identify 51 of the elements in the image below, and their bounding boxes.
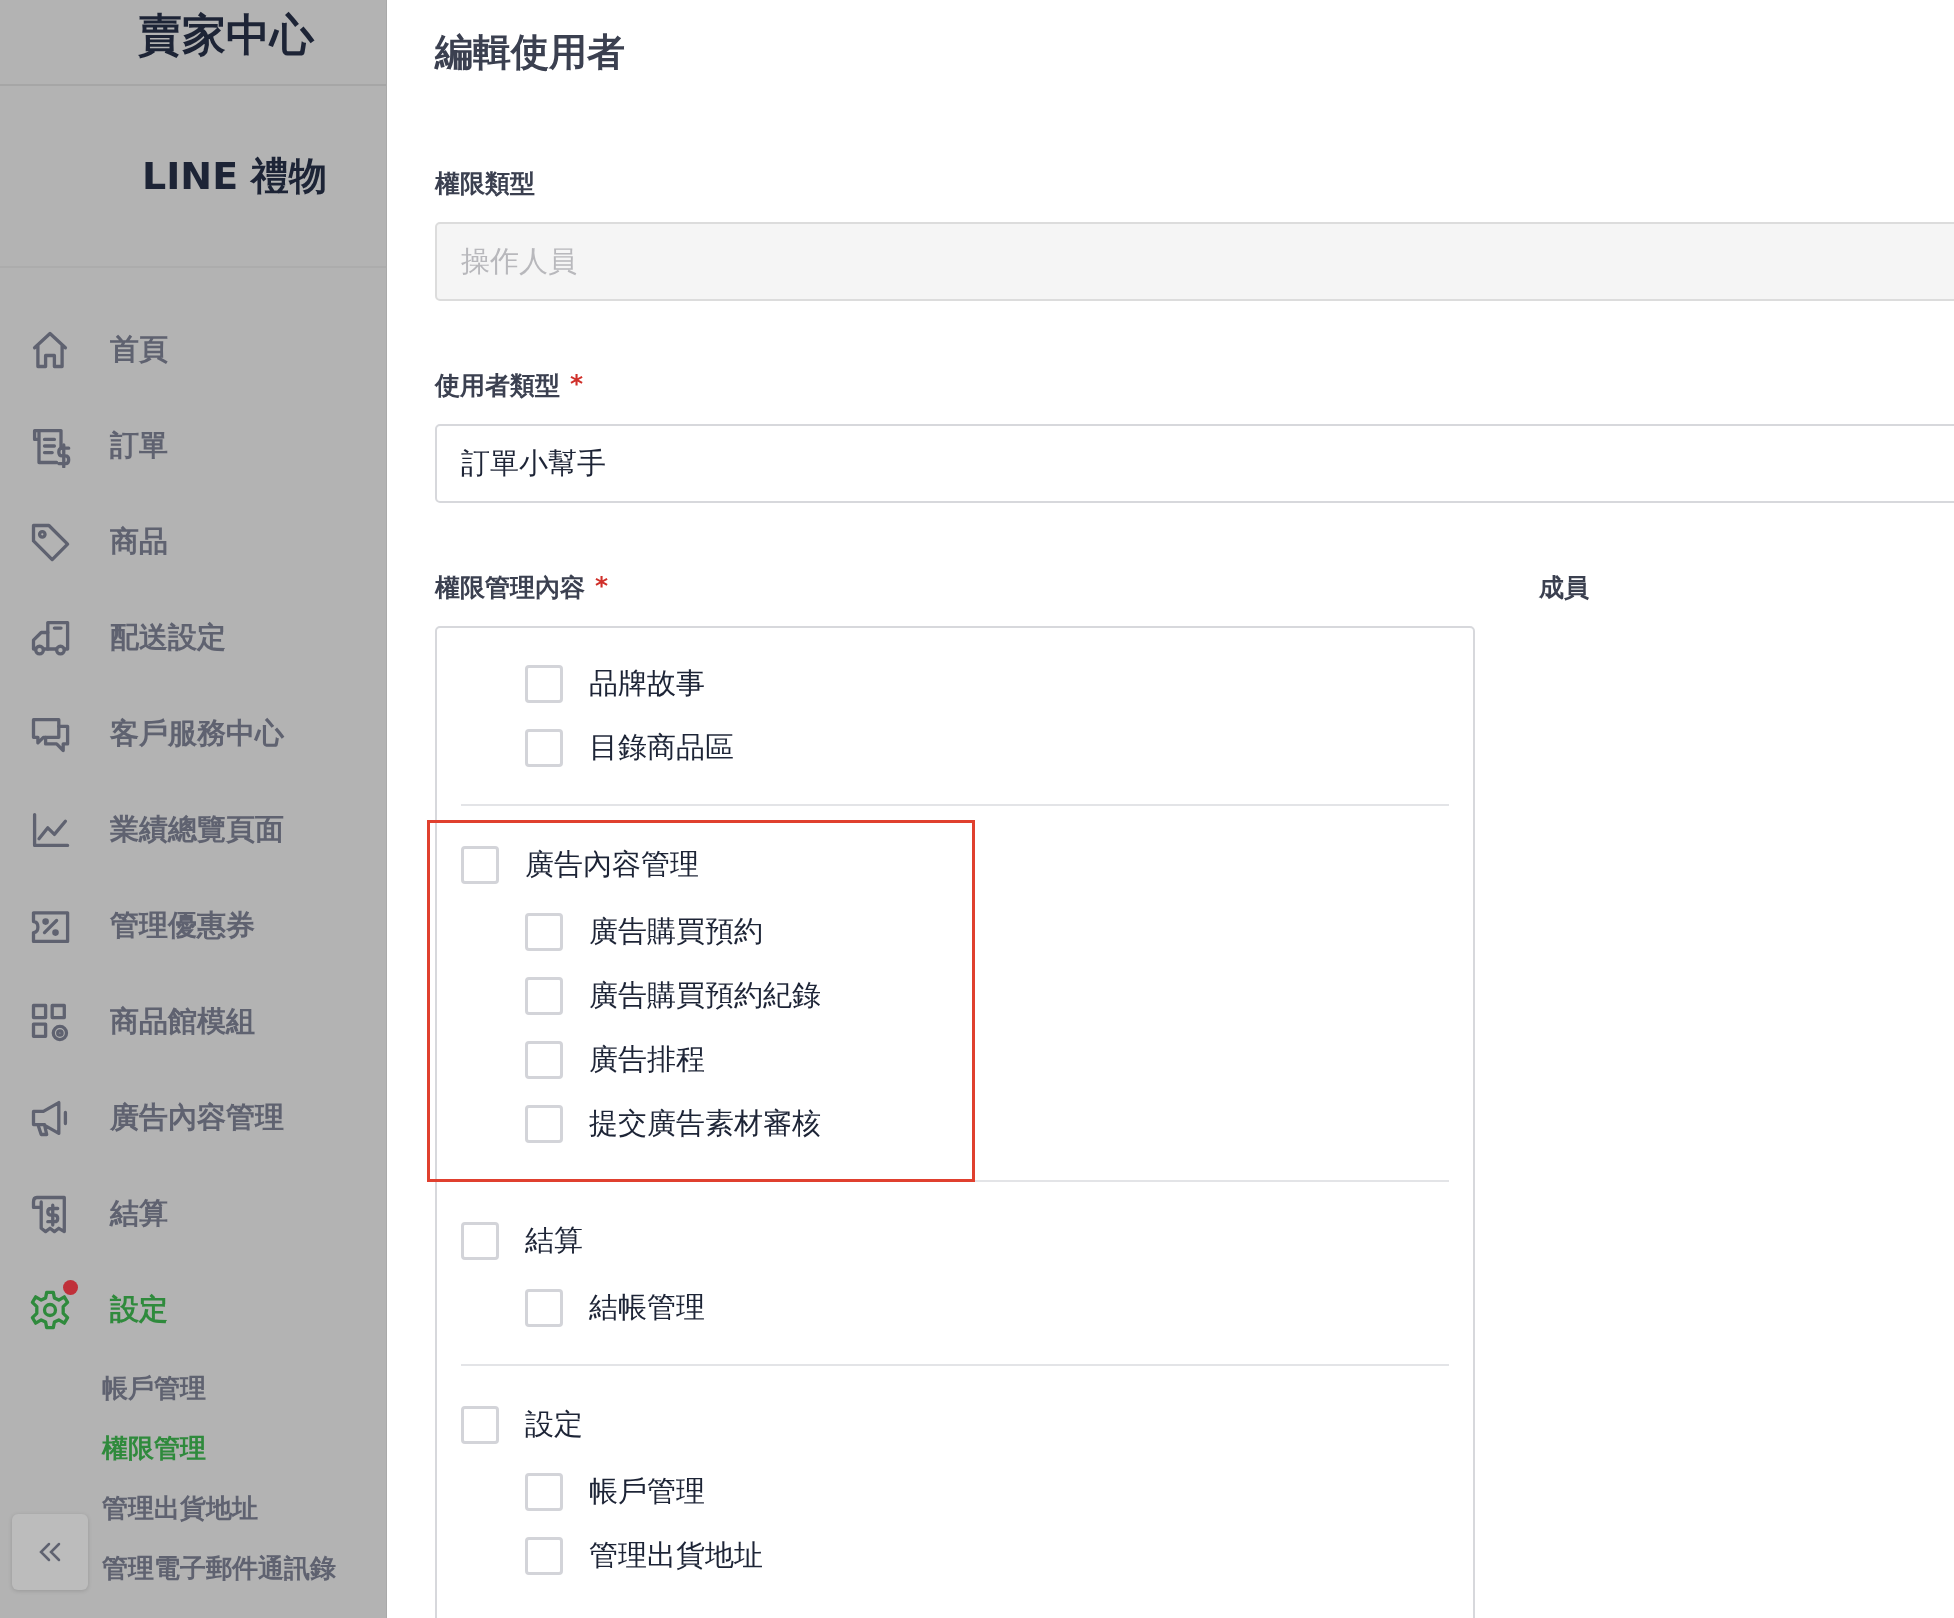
checkbox[interactable]: [525, 1473, 563, 1511]
sidebar-item[interactable]: 訂單: [0, 398, 386, 494]
checkbox-label: 廣告購買預約: [589, 913, 763, 950]
submenu-item[interactable]: 管理出貨地址: [0, 1478, 386, 1538]
checkbox-label: 設定: [525, 1406, 583, 1443]
field-label: 使用者類型: [435, 370, 560, 402]
checkbox-label: 帳戶管理: [589, 1473, 705, 1510]
checkbox[interactable]: [525, 1289, 563, 1327]
sidebar-item[interactable]: 首頁: [0, 302, 386, 398]
sidebar-item[interactable]: 業績總覽頁面: [0, 782, 386, 878]
sidebar-item[interactable]: 結算: [0, 1166, 386, 1262]
required-mark: *: [570, 369, 584, 400]
checkbox[interactable]: [525, 1041, 563, 1079]
settings-icon: [28, 1288, 72, 1332]
checkbox[interactable]: [461, 1222, 499, 1260]
checkbox[interactable]: [525, 1537, 563, 1575]
sidebar-item[interactable]: 客戶服務中心: [0, 686, 386, 782]
sidebar-title: 賣家中心: [0, 0, 386, 86]
submenu-item[interactable]: 帳戶管理: [0, 1358, 386, 1418]
required-mark: *: [595, 571, 609, 602]
checkbox[interactable]: [525, 913, 563, 951]
checkbox-label: 提交廣告素材審核: [589, 1105, 821, 1142]
checkbox[interactable]: [525, 977, 563, 1015]
checkbox-label: 結帳管理: [589, 1289, 705, 1326]
checkbox[interactable]: [461, 1406, 499, 1444]
sidebar-item[interactable]: 廣告內容管理: [0, 1070, 386, 1166]
checkbox[interactable]: [525, 729, 563, 767]
text-field[interactable]: 訂單小幫手: [435, 424, 1954, 503]
collapse-button[interactable]: [12, 1514, 88, 1590]
checkbox-label: 目錄商品區: [589, 729, 734, 766]
sidebar-item[interactable]: 商品: [0, 494, 386, 590]
checkbox[interactable]: [525, 1105, 563, 1143]
field-label: 權限類型: [435, 168, 535, 200]
checkbox-label: 結算: [525, 1222, 583, 1259]
sidebar-item[interactable]: 管理優惠券: [0, 878, 386, 974]
sidebar-item[interactable]: 商品館模組: [0, 974, 386, 1070]
checkbox-label: 廣告購買預約紀錄: [589, 977, 821, 1014]
checkbox[interactable]: [461, 846, 499, 884]
brand-logo: LINE 禮物: [142, 152, 328, 200]
sidebar-item[interactable]: 設定: [0, 1262, 386, 1358]
sidebar-item[interactable]: 配送設定: [0, 590, 386, 686]
checkbox-label: 管理出貨地址: [589, 1537, 763, 1574]
field-label: 權限管理內容: [435, 572, 585, 604]
checkbox-label: 廣告排程: [589, 1041, 705, 1078]
page-title: 編輯使用者: [435, 29, 626, 76]
checkbox-label: 品牌故事: [589, 665, 705, 702]
submenu-item[interactable]: 管理電子郵件通訊錄: [0, 1538, 386, 1598]
members-label: 成員: [1539, 572, 1589, 604]
submenu-item[interactable]: 權限管理: [0, 1418, 386, 1478]
checkbox-label: 廣告內容管理: [525, 846, 699, 883]
checkbox[interactable]: [525, 665, 563, 703]
